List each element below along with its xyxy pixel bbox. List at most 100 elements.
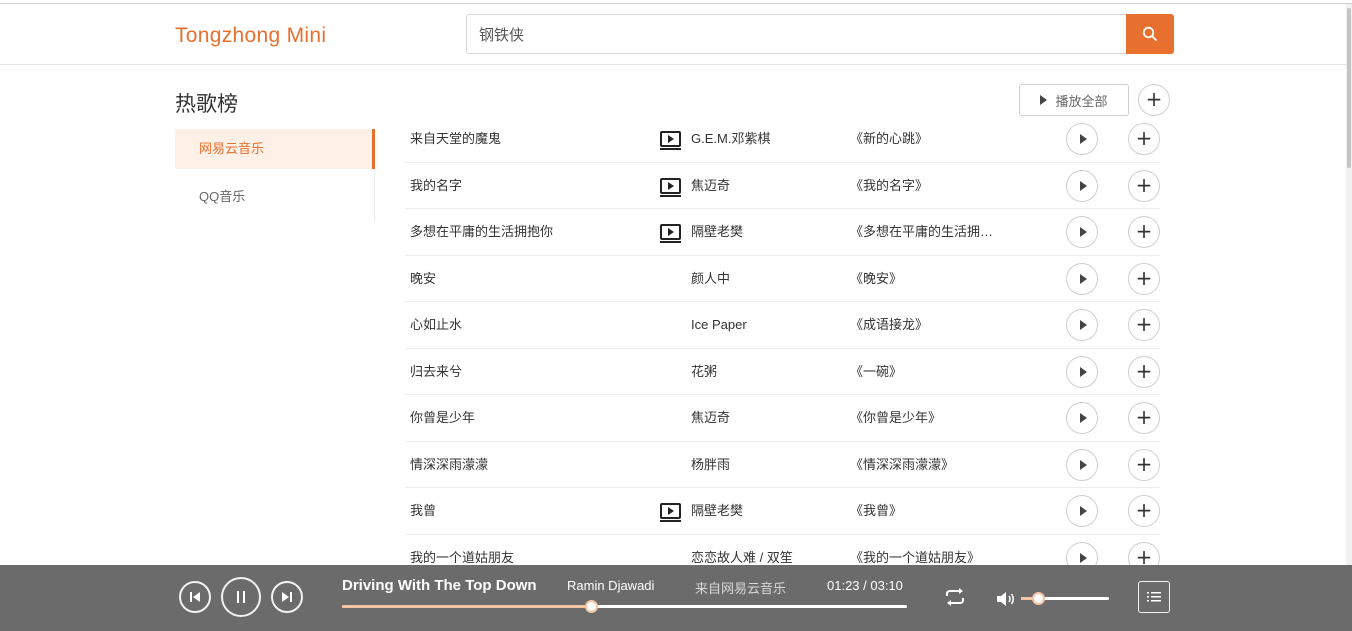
song-add-button[interactable]: + xyxy=(1128,448,1160,481)
song-add-button[interactable]: + xyxy=(1128,355,1160,388)
song-row[interactable]: 我曾 隔壁老樊 《我曾》 + xyxy=(405,488,1160,535)
song-add-button[interactable]: + xyxy=(1128,262,1160,295)
song-album[interactable]: 《你曾是少年》 xyxy=(850,395,1000,441)
song-title[interactable]: 归去来兮 xyxy=(410,349,462,395)
song-title[interactable]: 来自天堂的魔鬼 xyxy=(410,116,501,162)
song-album[interactable]: 《一碗》 xyxy=(850,349,1000,395)
song-artist[interactable]: 颜人中 xyxy=(691,256,730,302)
song-album[interactable]: 《成语接龙》 xyxy=(850,302,1000,348)
song-list: 来自天堂的魔鬼 G.E.M.邓紫棋 《新的心跳》 + 我的名字 焦迈奇 《我的名字》 + 多想在… xyxy=(405,116,1160,565)
song-title[interactable]: 情深深雨濛濛 xyxy=(410,442,488,488)
song-add-button[interactable]: + xyxy=(1128,495,1160,527)
repeat-button[interactable] xyxy=(944,587,966,612)
song-play-button[interactable] xyxy=(1066,402,1098,434)
plus-icon: + xyxy=(1135,498,1153,522)
add-all-button[interactable]: + xyxy=(1138,84,1170,116)
song-album[interactable]: 《新的心跳》 xyxy=(850,116,1000,162)
play-icon xyxy=(1079,180,1087,191)
song-album[interactable]: 《情深深雨濛濛》 xyxy=(850,442,1000,488)
song-album[interactable]: 《我的一个道姑朋友》 xyxy=(850,535,1000,566)
song-play-button[interactable] xyxy=(1066,355,1098,388)
song-artist[interactable]: 焦迈奇 xyxy=(691,395,730,441)
song-play-button[interactable] xyxy=(1066,495,1098,527)
sidebar-item-netease[interactable]: 网易云音乐 xyxy=(175,129,375,169)
song-add-button[interactable]: + xyxy=(1128,309,1160,341)
song-play-button[interactable] xyxy=(1066,541,1098,565)
play-all-button[interactable]: 播放全部 xyxy=(1019,84,1129,116)
song-album[interactable]: 《晚安》 xyxy=(850,256,1000,302)
song-row[interactable]: 归去来兮 花粥 《一碗》 + xyxy=(405,349,1160,395)
song-artist[interactable]: 隔壁老樊 xyxy=(691,209,743,255)
mv-icon[interactable] xyxy=(660,131,681,150)
pause-button[interactable] xyxy=(221,577,261,617)
song-artist[interactable]: 花粥 xyxy=(691,349,717,395)
song-artist[interactable]: G.E.M.邓紫棋 xyxy=(691,116,770,162)
song-row[interactable]: 晚安 颜人中 《晚安》 + xyxy=(405,256,1160,302)
now-playing-artist: Ramin Djawadi xyxy=(567,578,655,593)
song-row[interactable]: 你曾是少年 焦迈奇 《你曾是少年》 + xyxy=(405,395,1160,442)
previous-button[interactable] xyxy=(179,581,211,613)
song-row[interactable]: 情深深雨濛濛 杨胖雨 《情深深雨濛濛》 + xyxy=(405,442,1160,488)
song-row[interactable]: 我的一个道姑朋友 恋恋故人难 / 双笙 《我的一个道姑朋友》 + xyxy=(405,535,1160,566)
repeat-icon xyxy=(946,588,964,606)
song-artist[interactable]: 隔壁老樊 xyxy=(691,488,743,534)
mv-icon[interactable] xyxy=(660,224,681,243)
song-add-button[interactable]: + xyxy=(1128,541,1160,565)
page-scrollbar-thumb[interactable] xyxy=(1347,8,1351,168)
song-play-button[interactable] xyxy=(1066,262,1098,295)
song-play-button[interactable] xyxy=(1066,123,1098,155)
mv-icon[interactable] xyxy=(660,177,681,197)
song-artist[interactable]: 焦迈奇 xyxy=(691,163,730,209)
play-icon xyxy=(1079,134,1087,144)
song-row[interactable]: 多想在平庸的生活拥抱你 隔壁老樊 《多想在平庸的生活拥抱你》 + xyxy=(405,209,1160,256)
song-row[interactable]: 我的名字 焦迈奇 《我的名字》 + xyxy=(405,163,1160,209)
song-artist[interactable]: Ice Paper xyxy=(691,302,747,348)
play-icon xyxy=(1079,366,1087,377)
song-title[interactable]: 晚安 xyxy=(410,256,436,302)
song-play-button[interactable] xyxy=(1066,309,1098,341)
song-play-button[interactable] xyxy=(1066,448,1098,481)
next-button[interactable] xyxy=(271,581,303,613)
song-title[interactable]: 我曾 xyxy=(410,488,436,534)
song-add-button[interactable]: + xyxy=(1128,169,1160,202)
song-album[interactable]: 《我曾》 xyxy=(850,488,1000,534)
section-title: 热歌榜 xyxy=(175,93,238,116)
song-add-button[interactable]: + xyxy=(1128,123,1160,155)
song-row[interactable]: 来自天堂的魔鬼 G.E.M.邓紫棋 《新的心跳》 + xyxy=(405,116,1160,163)
song-title[interactable]: 我的一个道姑朋友 xyxy=(410,535,514,566)
song-title[interactable]: 你曾是少年 xyxy=(410,395,475,441)
progress-bar[interactable] xyxy=(342,600,907,613)
sidebar-item-qq[interactable]: QQ音乐 xyxy=(175,177,375,217)
playlist-button[interactable] xyxy=(1138,581,1170,613)
song-row[interactable]: 心如止水 Ice Paper 《成语接龙》 + xyxy=(405,302,1160,349)
song-artist[interactable]: 杨胖雨 xyxy=(691,442,730,488)
brand-logo[interactable]: Tongzhong Mini xyxy=(175,24,326,48)
search-button[interactable] xyxy=(1126,14,1174,54)
plus-icon: + xyxy=(1135,219,1153,243)
song-add-button[interactable]: + xyxy=(1128,402,1160,434)
song-album[interactable]: 《多想在平庸的生活拥抱你》 xyxy=(850,209,1000,255)
plus-icon: + xyxy=(1145,87,1163,111)
play-icon xyxy=(1079,227,1087,237)
skip-next-icon xyxy=(282,592,292,602)
play-icon xyxy=(1040,95,1048,105)
song-artist[interactable]: 恋恋故人难 / 双笙 xyxy=(691,535,793,566)
mv-icon[interactable] xyxy=(660,503,681,522)
volume-button[interactable] xyxy=(996,591,1016,612)
now-playing-time: 01:23 / 03:10 xyxy=(827,578,903,593)
song-title[interactable]: 多想在平庸的生活拥抱你 xyxy=(410,209,553,255)
plus-icon: + xyxy=(1135,405,1153,429)
volume-handle[interactable] xyxy=(1031,592,1045,605)
song-title[interactable]: 我的名字 xyxy=(410,163,462,209)
song-play-button[interactable] xyxy=(1066,169,1098,202)
song-add-button[interactable]: + xyxy=(1128,216,1160,248)
song-title[interactable]: 心如止水 xyxy=(410,302,462,348)
progress-handle[interactable] xyxy=(584,600,598,613)
song-play-button[interactable] xyxy=(1066,216,1098,248)
search-icon xyxy=(1142,26,1157,41)
search-input[interactable] xyxy=(466,14,1127,54)
volume-slider[interactable] xyxy=(1021,592,1109,605)
play-icon xyxy=(1079,320,1087,330)
play-icon xyxy=(1079,506,1087,516)
song-album[interactable]: 《我的名字》 xyxy=(850,163,1000,209)
